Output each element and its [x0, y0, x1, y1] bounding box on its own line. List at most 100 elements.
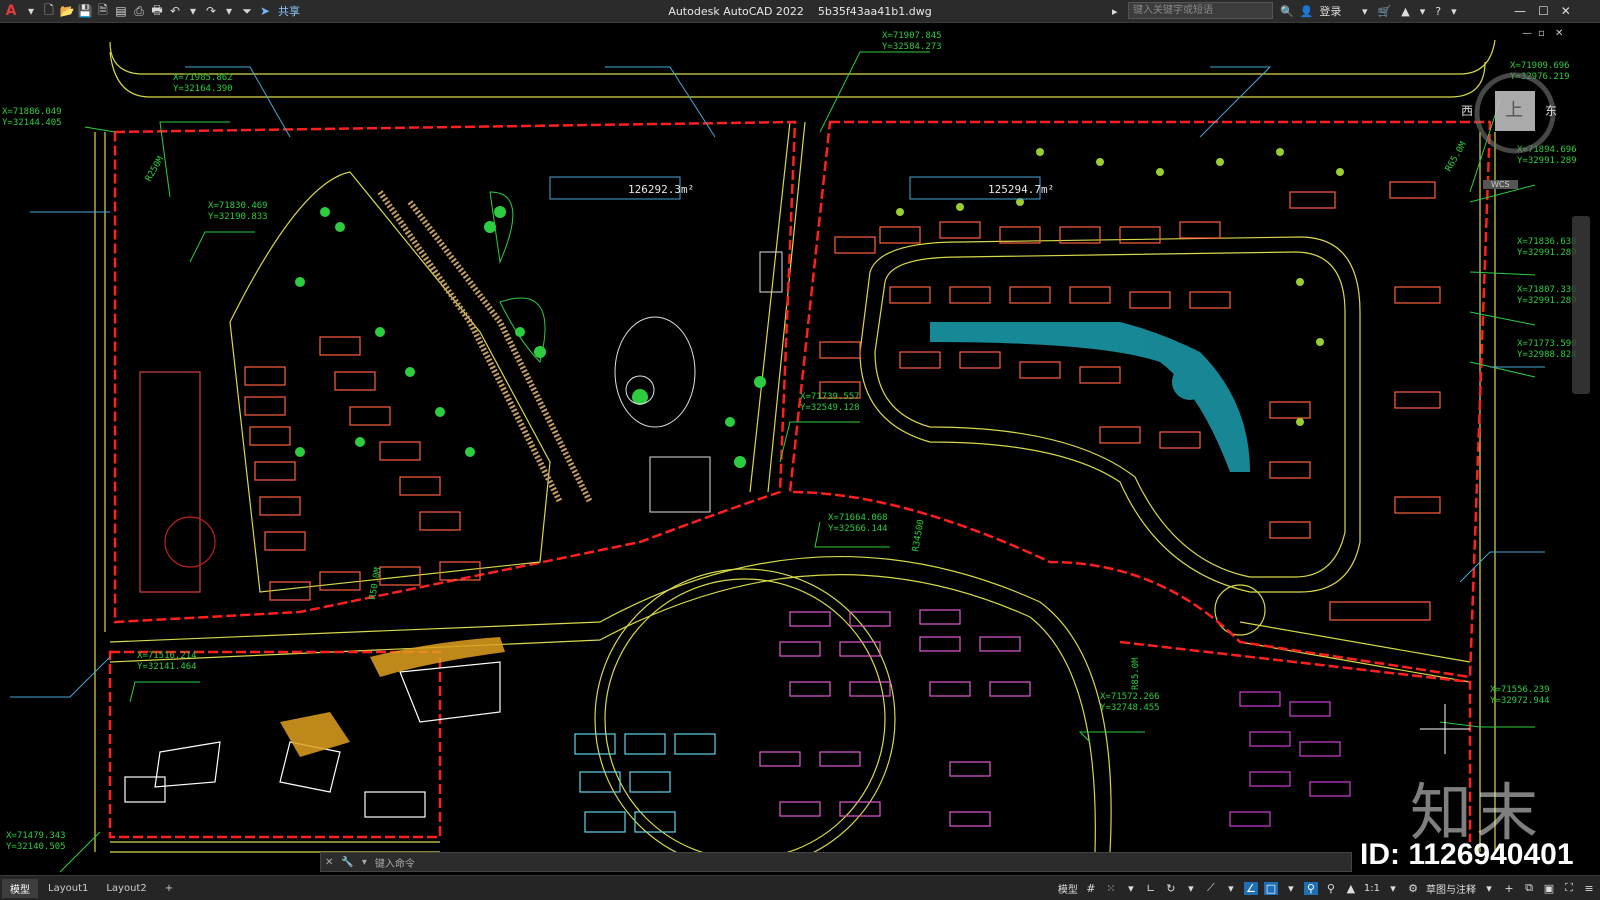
coord-y: Y=32748.455 — [1100, 703, 1160, 713]
radius-label: R85.0M — [1131, 657, 1141, 690]
workspace-gear-icon[interactable]: ⚙ — [1406, 882, 1420, 895]
close-command-icon[interactable]: ✕ — [321, 857, 337, 868]
area-label-east: 125294.7m² — [988, 183, 1054, 196]
binoculars-icon[interactable]: 🔍 — [1280, 5, 1294, 18]
object-snap-icon[interactable]: □ — [1263, 881, 1278, 895]
coord-x: X=71807.336 — [1517, 285, 1577, 295]
navigation-bar[interactable] — [1572, 216, 1590, 394]
coord-x: X=71556.239 — [1490, 685, 1550, 695]
coord-y: Y=32140.505 — [6, 842, 66, 852]
annotation-scale-value[interactable]: 1:1 — [1364, 883, 1380, 894]
command-line[interactable]: ✕ 🔧 ▾ 键入命令 — [320, 852, 1352, 872]
viewcube-west-label[interactable]: 西 — [1461, 102, 1473, 119]
object-snap-dropdown-icon[interactable]: ▾ — [1284, 882, 1298, 895]
drawing-canvas[interactable]: — ▫ ✕ 126292.3m² 125294.7m² X=71907.845 … — [0, 22, 1600, 875]
coord-x: X=71985.862 — [173, 73, 233, 83]
workspace-dropdown-icon[interactable]: ▾ — [1482, 882, 1496, 895]
plus-icon[interactable]: + — [1502, 882, 1516, 895]
autodesk-a360-icon[interactable]: ▲ — [1401, 5, 1409, 18]
units-icon[interactable]: ⧉ — [1522, 881, 1536, 895]
web-mobile-icon[interactable]: ▤ — [112, 2, 130, 20]
scale-dropdown-icon[interactable]: ▾ — [1386, 882, 1400, 895]
help-dropdown-icon[interactable]: ▾ — [1451, 5, 1457, 18]
grid-icon[interactable]: # — [1084, 882, 1098, 895]
print-icon[interactable]: 🖶 — [148, 2, 166, 20]
redo-dropdown-icon[interactable]: ▾ — [220, 2, 238, 20]
autocad-logo-icon[interactable]: A — [0, 2, 22, 20]
isodraft-icon[interactable]: ⟋ — [1204, 881, 1218, 895]
coord-x: X=71739.557 — [800, 392, 860, 402]
isodraft-dropdown-icon[interactable]: ▾ — [1224, 882, 1238, 895]
a360-dropdown-icon[interactable]: ▾ — [1420, 5, 1426, 18]
ortho-icon[interactable]: ∟ — [1144, 882, 1158, 895]
quick-properties-icon[interactable]: ▣ — [1542, 882, 1556, 895]
model-space-button[interactable]: 模型 — [1058, 881, 1078, 896]
snap-icon[interactable]: ⁙ — [1104, 882, 1118, 895]
title-bar: A ▾ 🗋 📂 💾 🗎 ▤ ⎙ 🖶 ↶ ▾ ↷ ▾ ⏷ ➤ 共享 Autodes… — [0, 0, 1600, 23]
tab-model[interactable]: 模型 — [2, 878, 38, 898]
polar-icon[interactable]: ↻ — [1164, 882, 1178, 895]
new-file-icon[interactable]: 🗋 — [40, 2, 58, 20]
annotation-scale-icon[interactable]: ▲ — [1344, 882, 1358, 895]
share-icon[interactable]: ➤ — [256, 2, 274, 20]
status-bar: 模型 Layout1 Layout2 + 模型 # ⁙ ▾ ∟ ↻ ▾ ⟋ ▾ … — [0, 875, 1600, 900]
cart-icon[interactable]: 🛒 — [1378, 5, 1392, 18]
clean-screen-icon[interactable]: ⛶ — [1562, 881, 1576, 895]
crosshair-cursor — [1420, 704, 1470, 754]
search-expand-icon[interactable]: ▸ — [1112, 0, 1118, 22]
coord-y: Y=32549.128 — [800, 403, 860, 413]
coord-y: Y=32164.390 — [173, 84, 233, 94]
login-dropdown-icon[interactable]: ▾ — [1362, 5, 1368, 18]
annotation-visibility-icon[interactable]: ⚲ — [1303, 881, 1318, 895]
dropdown-arrow-icon[interactable]: ▾ — [22, 2, 40, 20]
plot-icon[interactable]: ⎙ — [130, 2, 148, 20]
coord-y: Y=32972.944 — [1490, 696, 1550, 706]
user-icon[interactable]: 👤 — [1300, 5, 1314, 18]
coord-x: X=71907.845 — [882, 31, 942, 41]
guide-lines — [10, 66, 1545, 698]
wrench-icon[interactable]: 🔧 — [337, 857, 357, 868]
undo-icon[interactable]: ↶ — [166, 2, 184, 20]
snap-dropdown-icon[interactable]: ▾ — [1124, 882, 1138, 895]
coord-y: Y=32141.464 — [137, 662, 197, 672]
coord-x: X=71830.469 — [208, 201, 268, 211]
coord-y: Y=32566.144 — [828, 524, 888, 534]
polar-dropdown-icon[interactable]: ▾ — [1184, 882, 1198, 895]
coord-x: X=71664.068 — [828, 513, 888, 523]
tab-layout2[interactable]: Layout2 — [98, 881, 154, 896]
object-snap-tracking-icon[interactable]: ∠ — [1243, 881, 1258, 895]
auto-scale-icon[interactable]: ⚲ — [1324, 882, 1338, 895]
command-input[interactable]: 键入命令 — [371, 855, 419, 870]
add-layout-button[interactable]: + — [157, 881, 181, 896]
viewcube-top-face[interactable]: 上 — [1505, 96, 1523, 122]
tab-layout1[interactable]: Layout1 — [40, 881, 96, 896]
coord-y: Y=32991.289 — [1517, 248, 1577, 258]
app-name: Autodesk AutoCAD 2022 — [668, 4, 804, 18]
open-folder-icon[interactable]: 📂 — [58, 2, 76, 20]
doc-window-controls[interactable]: — ▫ ✕ — [1522, 28, 1563, 39]
workspace-switch[interactable]: 草图与注释 — [1426, 881, 1476, 896]
save-as-icon[interactable]: 🗎 — [94, 2, 112, 20]
plaza-paving — [280, 637, 505, 757]
maximize-icon[interactable]: ☐ — [1538, 4, 1549, 18]
help-icon[interactable]: ? — [1435, 5, 1441, 18]
close-icon[interactable]: ✕ — [1561, 4, 1571, 18]
viewcube[interactable]: 上 西 东 WCS — [1461, 68, 1565, 189]
area-label-west: 126292.3m² — [628, 183, 694, 196]
radius-label: R34500 — [911, 519, 926, 553]
save-icon[interactable]: 💾 — [76, 2, 94, 20]
redo-icon[interactable]: ↷ — [202, 2, 220, 20]
viewcube-east-label[interactable]: 东 — [1545, 102, 1557, 119]
customization-menu-icon[interactable]: ≡ — [1582, 882, 1596, 895]
svg-text:—: — — [1522, 28, 1532, 39]
login-button[interactable]: 登录 — [1319, 3, 1341, 19]
wcs-menu[interactable]: WCS — [1483, 180, 1518, 189]
undo-dropdown-icon[interactable]: ▾ — [184, 2, 202, 20]
minimize-icon[interactable]: — — [1514, 4, 1526, 18]
customize-icon[interactable]: ⏷ — [238, 2, 256, 20]
share-button[interactable]: 共享 — [278, 3, 300, 19]
search-input[interactable]: 键入关键字或短语 — [1128, 2, 1273, 19]
left-trees — [295, 206, 766, 468]
coord-x: X=71572.266 — [1100, 692, 1160, 702]
recent-commands-icon[interactable]: ▾ — [358, 857, 371, 868]
